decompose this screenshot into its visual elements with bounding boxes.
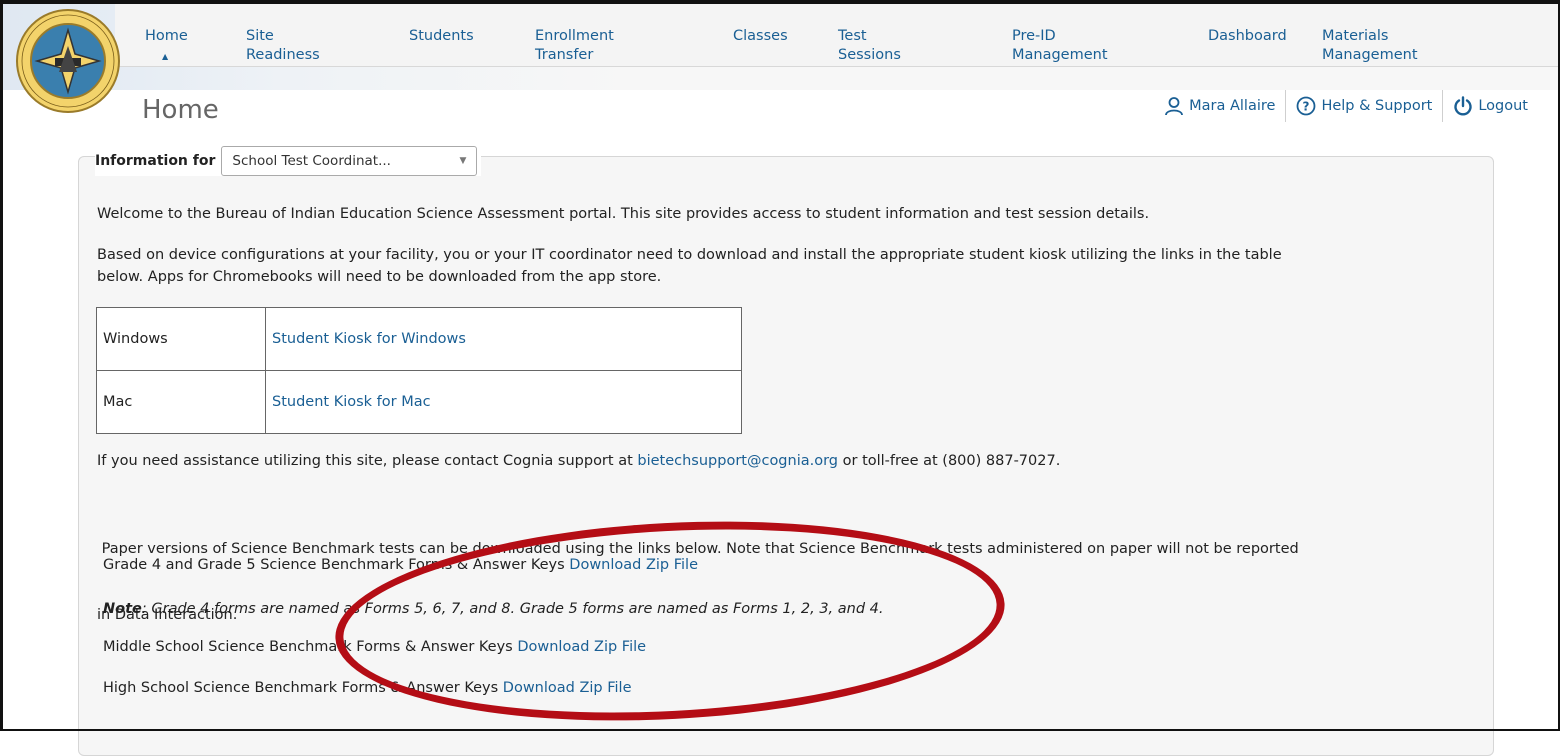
screenshot-border bbox=[0, 0, 1560, 731]
